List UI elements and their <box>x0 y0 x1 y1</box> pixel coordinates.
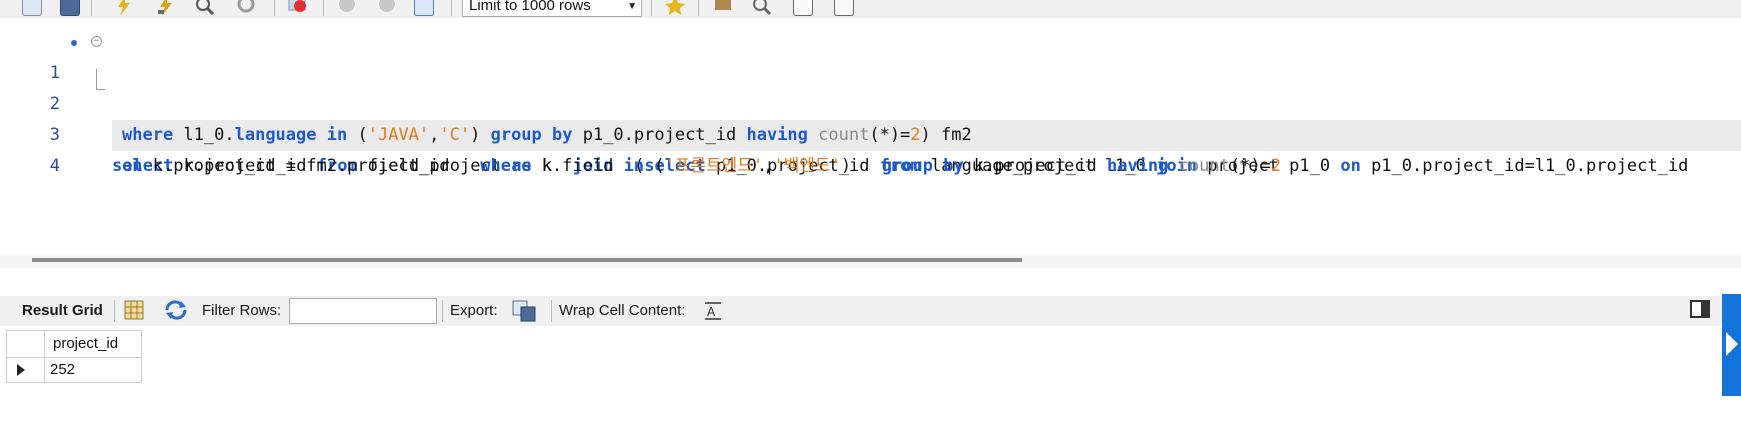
row-selector[interactable] <box>6 357 45 383</box>
sql-keyword: group by <box>881 156 964 176</box>
sql-text: p1_0.project_id=l1_0.project_id <box>1360 156 1689 176</box>
query-toolbar: Limit to 1000 rows ▼ <box>0 0 1741 18</box>
result-grid: project_id 252 <box>0 326 1741 431</box>
wrap-cell-icon[interactable]: A <box>704 301 722 326</box>
toggle-error-icon[interactable] <box>287 0 307 16</box>
invisible-chars-icon[interactable] <box>793 0 813 16</box>
sql-text: ( <box>644 156 665 176</box>
editor-line[interactable]: 2 where l1_0.language in ('JAVA','C') gr… <box>6 58 1741 145</box>
sql-text: k.field <box>531 156 624 176</box>
toolbar-separator <box>551 300 552 322</box>
statement-marker-icon <box>71 40 77 46</box>
sql-function: count <box>1178 156 1230 176</box>
editor-line[interactable]: 4 <box>6 120 1741 176</box>
sql-text: , <box>763 156 774 176</box>
sql-text: ) <box>840 156 882 176</box>
rollback-icon[interactable] <box>377 0 397 16</box>
fold-collapse-icon[interactable]: − <box>91 36 102 47</box>
commit-icon[interactable] <box>337 0 357 16</box>
editor-line[interactable]: 1 − select k.project_id from field_proje… <box>6 27 1741 176</box>
execute-icon[interactable] <box>114 0 134 16</box>
find-icon[interactable] <box>752 0 772 16</box>
scrollbar-thumb[interactable] <box>32 258 1022 262</box>
execute-statement-icon[interactable] <box>156 0 176 16</box>
column-header[interactable]: project_id <box>44 330 142 358</box>
sql-keyword: in <box>623 156 645 176</box>
chevron-down-icon: ▼ <box>627 1 637 12</box>
current-row-icon <box>17 364 25 376</box>
stop-icon[interactable] <box>236 0 256 16</box>
sql-keyword: having <box>1106 156 1169 176</box>
toolbar-separator <box>451 0 452 16</box>
toolbar-separator <box>274 0 275 16</box>
export-label: Export: <box>450 302 498 319</box>
filter-rows-label: Filter Rows: <box>202 302 282 319</box>
side-panel-tab[interactable] <box>1722 294 1741 396</box>
word-wrap-icon[interactable] <box>834 0 854 16</box>
sql-editor[interactable]: 1 − select k.project_id from field_proje… <box>6 18 1741 262</box>
sql-keyword: where <box>480 156 532 176</box>
toolbar-separator <box>323 0 324 16</box>
sql-string: '프론트엔드' <box>664 156 764 176</box>
editor-line[interactable]: 3 on k.project_id = fm2.project_id where… <box>6 89 1741 176</box>
snippets-icon[interactable] <box>713 0 733 16</box>
autocommit-icon[interactable] <box>414 0 434 16</box>
sql-string: '백엔드' <box>773 156 841 176</box>
toolbar-separator <box>698 0 699 16</box>
sql-text: (*)= <box>1229 156 1271 176</box>
beautify-icon[interactable] <box>665 0 685 16</box>
save-icon[interactable] <box>60 0 80 16</box>
export-icon[interactable] <box>512 300 536 327</box>
filter-rows-input[interactable] <box>289 298 437 324</box>
toolbar-separator <box>651 0 652 16</box>
explain-icon[interactable] <box>195 0 215 16</box>
toolbar-separator <box>91 0 92 16</box>
sql-line-3: on k.project_id = fm2.project_id where k… <box>122 151 1281 182</box>
sql-number: 2 <box>1270 156 1282 176</box>
result-toolbar: Result Grid Filter Rows: Export: Wrap Ce… <box>0 296 1741 326</box>
svg-text:A: A <box>707 305 716 319</box>
grid-corner[interactable] <box>6 330 45 358</box>
panel-toggle-icon[interactable] <box>1690 300 1710 318</box>
chevron-right-icon <box>1726 332 1738 356</box>
sql-keyword: on <box>1340 156 1361 176</box>
result-grid-tab[interactable]: Result Grid <box>22 302 103 320</box>
sql-text: k.project_id = fm2.project_id <box>142 156 481 176</box>
line-number: 4 <box>49 156 60 176</box>
toolbar-separator <box>114 300 115 322</box>
grid-view-icon[interactable] <box>124 300 144 325</box>
sql-text: k.project_id <box>963 156 1107 176</box>
editor-horizontal-scrollbar[interactable] <box>0 254 1741 268</box>
sql-keyword: on <box>122 156 143 176</box>
grid-cell[interactable]: 252 <box>44 357 142 383</box>
limit-rows-label: Limit to 1000 rows <box>469 0 591 14</box>
limit-rows-select[interactable]: Limit to 1000 rows ▼ <box>462 0 642 17</box>
new-tab-icon[interactable] <box>22 0 42 16</box>
refresh-icon[interactable] <box>164 300 188 325</box>
toolbar-separator <box>442 300 443 322</box>
wrap-cell-label: Wrap Cell Content: <box>559 302 686 319</box>
